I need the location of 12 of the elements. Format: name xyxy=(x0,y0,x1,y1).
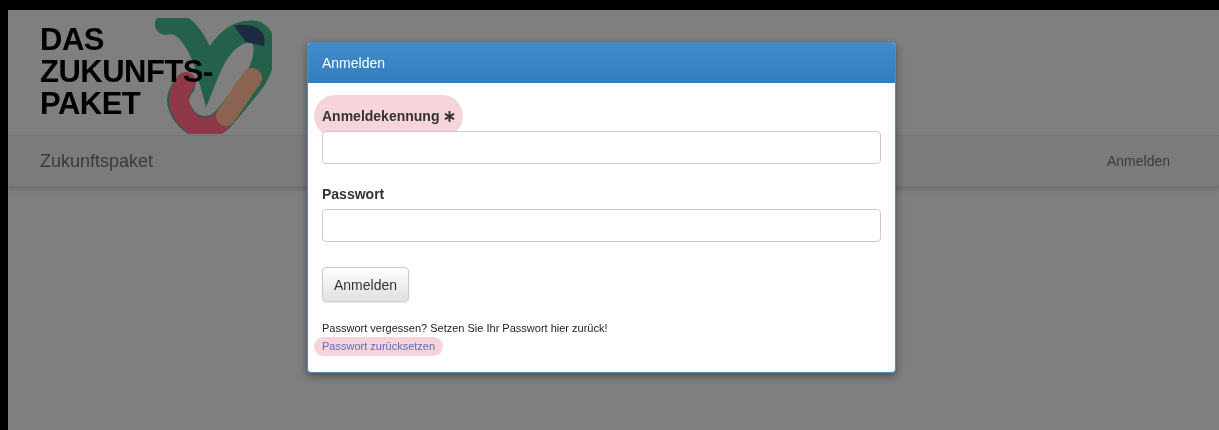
login-link[interactable]: Anmelden xyxy=(1106,153,1170,169)
login-button[interactable]: Anmelden xyxy=(322,267,410,302)
input-field[interactable] xyxy=(322,131,881,164)
field-label: Passwort xyxy=(322,185,385,204)
input-field[interactable] xyxy=(322,209,881,242)
reset-password-link[interactable]: Passwort zurücksetzen xyxy=(314,337,444,356)
modal-title: Anmelden xyxy=(322,55,386,71)
logo-text: PAKET xyxy=(40,88,142,120)
required-icon xyxy=(444,110,456,122)
logo-text: DAS xyxy=(40,24,105,56)
hint-text: Passwort vergessen? Setzen Sie Ihr Passwort hier zurück! xyxy=(322,322,609,334)
brand-name[interactable]: Zukunftspaket xyxy=(40,150,154,172)
